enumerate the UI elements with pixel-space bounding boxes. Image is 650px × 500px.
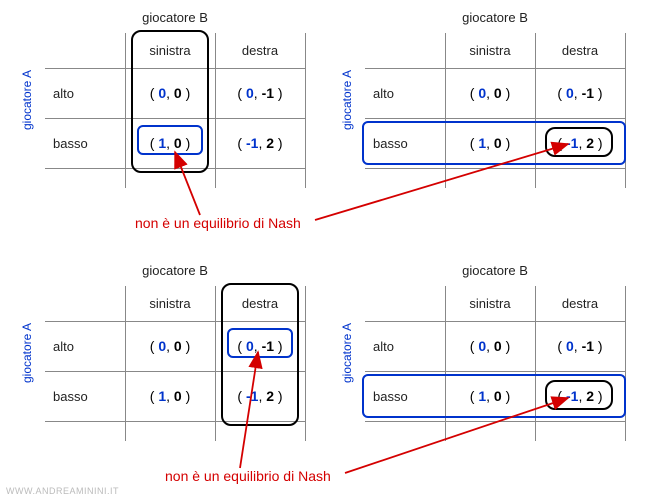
matrix-panel-3: giocatore B giocatore A sinistra destra … — [335, 258, 635, 448]
row-label-top: alto — [45, 321, 125, 371]
player-a-label: giocatore A — [15, 5, 40, 195]
row-label-top: alto — [365, 321, 445, 371]
row-label-bottom: basso — [45, 118, 125, 168]
row-label-top: alto — [365, 68, 445, 118]
matrix-panel-0: giocatore B giocatore A sinistra destra … — [15, 5, 315, 195]
highlight-black-cell — [545, 380, 613, 410]
player-b-label: giocatore B — [365, 5, 625, 30]
matrix-panel-2: giocatore B giocatore A sinistra destra … — [15, 258, 315, 448]
payoff-grid: sinistra destra alto basso ( 0, 0 ) ( 0,… — [365, 286, 625, 441]
cell-alto-sinistra: ( 0, 0 ) — [445, 68, 535, 118]
highlight-black-cell — [545, 127, 613, 157]
col-label-right: destra — [215, 33, 305, 68]
player-a-label: giocatore A — [335, 5, 360, 195]
highlight-blue-cell — [227, 328, 293, 358]
col-label-left: sinistra — [125, 286, 215, 321]
player-a-label: giocatore A — [335, 258, 360, 448]
cell-basso-destra: ( -1, 2 ) — [215, 118, 305, 168]
caption-not-nash-top: non è un equilibrio di Nash — [135, 215, 301, 231]
cell-alto-sinistra: ( 0, 0 ) — [125, 321, 215, 371]
col-label-left: sinistra — [445, 286, 535, 321]
player-a-label: giocatore A — [15, 258, 40, 448]
payoff-grid: sinistra destra alto basso ( 0, 0 ) ( 0,… — [45, 33, 305, 188]
payoff-grid: sinistra destra alto basso ( 0, 0 ) ( 0,… — [365, 33, 625, 188]
cell-alto-destra: ( 0, -1 ) — [535, 68, 625, 118]
player-b-label: giocatore B — [45, 258, 305, 283]
payoff-grid: sinistra destra alto basso ( 0, 0 ) ( 0,… — [45, 286, 305, 441]
player-b-label: giocatore B — [365, 258, 625, 283]
cell-alto-sinistra: ( 0, 0 ) — [445, 321, 535, 371]
watermark: WWW.ANDREAMININI.IT — [6, 486, 119, 496]
row-label-bottom: basso — [45, 371, 125, 421]
cell-basso-sinistra: ( 1, 0 ) — [125, 371, 215, 421]
player-b-label: giocatore B — [45, 5, 305, 30]
col-label-right: destra — [535, 33, 625, 68]
cell-alto-destra: ( 0, -1 ) — [215, 68, 305, 118]
row-label-top: alto — [45, 68, 125, 118]
highlight-blue-cell — [137, 125, 203, 155]
caption-not-nash-bottom: non è un equilibrio di Nash — [165, 468, 331, 484]
col-label-right: destra — [535, 286, 625, 321]
cell-alto-destra: ( 0, -1 ) — [535, 321, 625, 371]
col-label-left: sinistra — [445, 33, 535, 68]
matrix-panel-1: giocatore B giocatore A sinistra destra … — [335, 5, 635, 195]
